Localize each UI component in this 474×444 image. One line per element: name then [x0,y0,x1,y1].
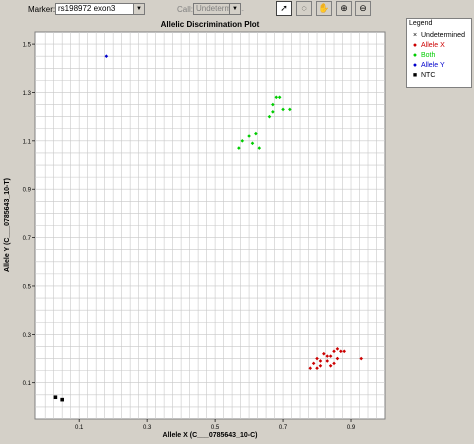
legend-item-label: NTC [421,72,436,79]
y-tick-label: 1.5 [23,43,32,49]
plot-panel: Allelic Discrimination Plot 0.1 0.3 0.5 0.7… [0,18,402,439]
data-point-ntc[interactable] [53,395,58,400]
x-axis-label: Allele X (C___0785643_10-C) [163,432,258,439]
x-tick-label: 0.3 [143,425,152,431]
marker-select[interactable]: rs198972 exon3 ▼ [55,3,145,15]
call-label: Call: [177,5,194,14]
x-tick-label: 0.5 [211,425,220,431]
x-tick-label: 0.9 [347,425,356,431]
green-dot-icon: ● [412,52,418,59]
marker-select-value: rs198972 exon3 [58,4,116,13]
y-tick-label: 1.1 [23,139,32,145]
chevron-down-icon[interactable]: ▼ [133,4,144,14]
blue-dot-icon: ● [412,62,418,69]
y-axis-label: Allele Y (C___0785643_10-T) [4,178,11,272]
cursor-arrow-icon: ➚ [280,3,288,13]
pointer-tool-button[interactable]: ➚ [276,1,292,16]
legend-item-both[interactable]: ● Both [411,51,436,60]
zoom-out-icon: ⊖ [359,3,367,13]
legend-item-allele-y[interactable]: ● Allele Y [411,61,445,70]
legend-item-label: Allele Y [421,62,445,69]
hand-icon: ✋ [318,3,330,13]
legend-item-label: Both [421,52,436,59]
pan-tool-button[interactable]: ✋ [316,1,332,16]
chart-title: Allelic Discrimination Plot [161,20,260,29]
y-tick-label: 0.7 [23,236,32,242]
allelic-discrimination-chart[interactable]: Allelic Discrimination Plot 0.1 0.3 0.5 0.7… [0,18,402,439]
legend-item-undetermined[interactable]: × Undetermined [411,31,465,40]
zoom-in-button[interactable]: ⊕ [336,1,352,16]
legend-title: Legend [409,20,433,27]
legend-item-label: Undetermined [421,32,465,39]
toolbar: Marker: rs198972 exon3 ▼ Call: Undetermi… [0,0,474,18]
zoom-in-icon: ⊕ [340,3,348,13]
marker-label: Marker: [28,5,56,14]
lasso-tool-button[interactable]: ◌ [296,1,312,16]
x-axis-ticks: 0.1 0.3 0.5 0.7 0.9 [75,419,356,431]
legend-item-allele-x[interactable]: ● Allele X [411,41,445,50]
y-tick-label: 1.3 [23,91,32,97]
legend-item-label: Allele X [421,42,445,49]
y-tick-label: 0.1 [23,381,32,387]
zoom-out-button[interactable]: ⊖ [355,1,371,16]
call-select[interactable]: Undetermin... ▼ [193,3,244,15]
chevron-down-icon[interactable]: ▼ [229,4,240,14]
y-tick-label: 0.3 [23,333,32,339]
x-tick-label: 0.7 [279,425,288,431]
legend: Legend × Undetermined ● Allele X ● Both ● Al… [406,18,472,88]
red-dot-icon: ● [412,42,418,49]
x-mark-icon: × [412,32,418,39]
lasso-icon: ◌ [301,3,307,13]
y-axis-ticks: 0.1 0.3 0.5 0.7 0.9 1.1 1.3 1.5 [23,43,35,387]
black-square-icon: ■ [412,72,418,79]
data-point-ntc[interactable] [60,397,64,402]
legend-item-ntc[interactable]: ■ NTC [411,71,436,80]
y-tick-label: 0.5 [23,284,32,290]
x-tick-label: 0.1 [75,425,84,431]
y-tick-label: 0.9 [23,188,32,194]
